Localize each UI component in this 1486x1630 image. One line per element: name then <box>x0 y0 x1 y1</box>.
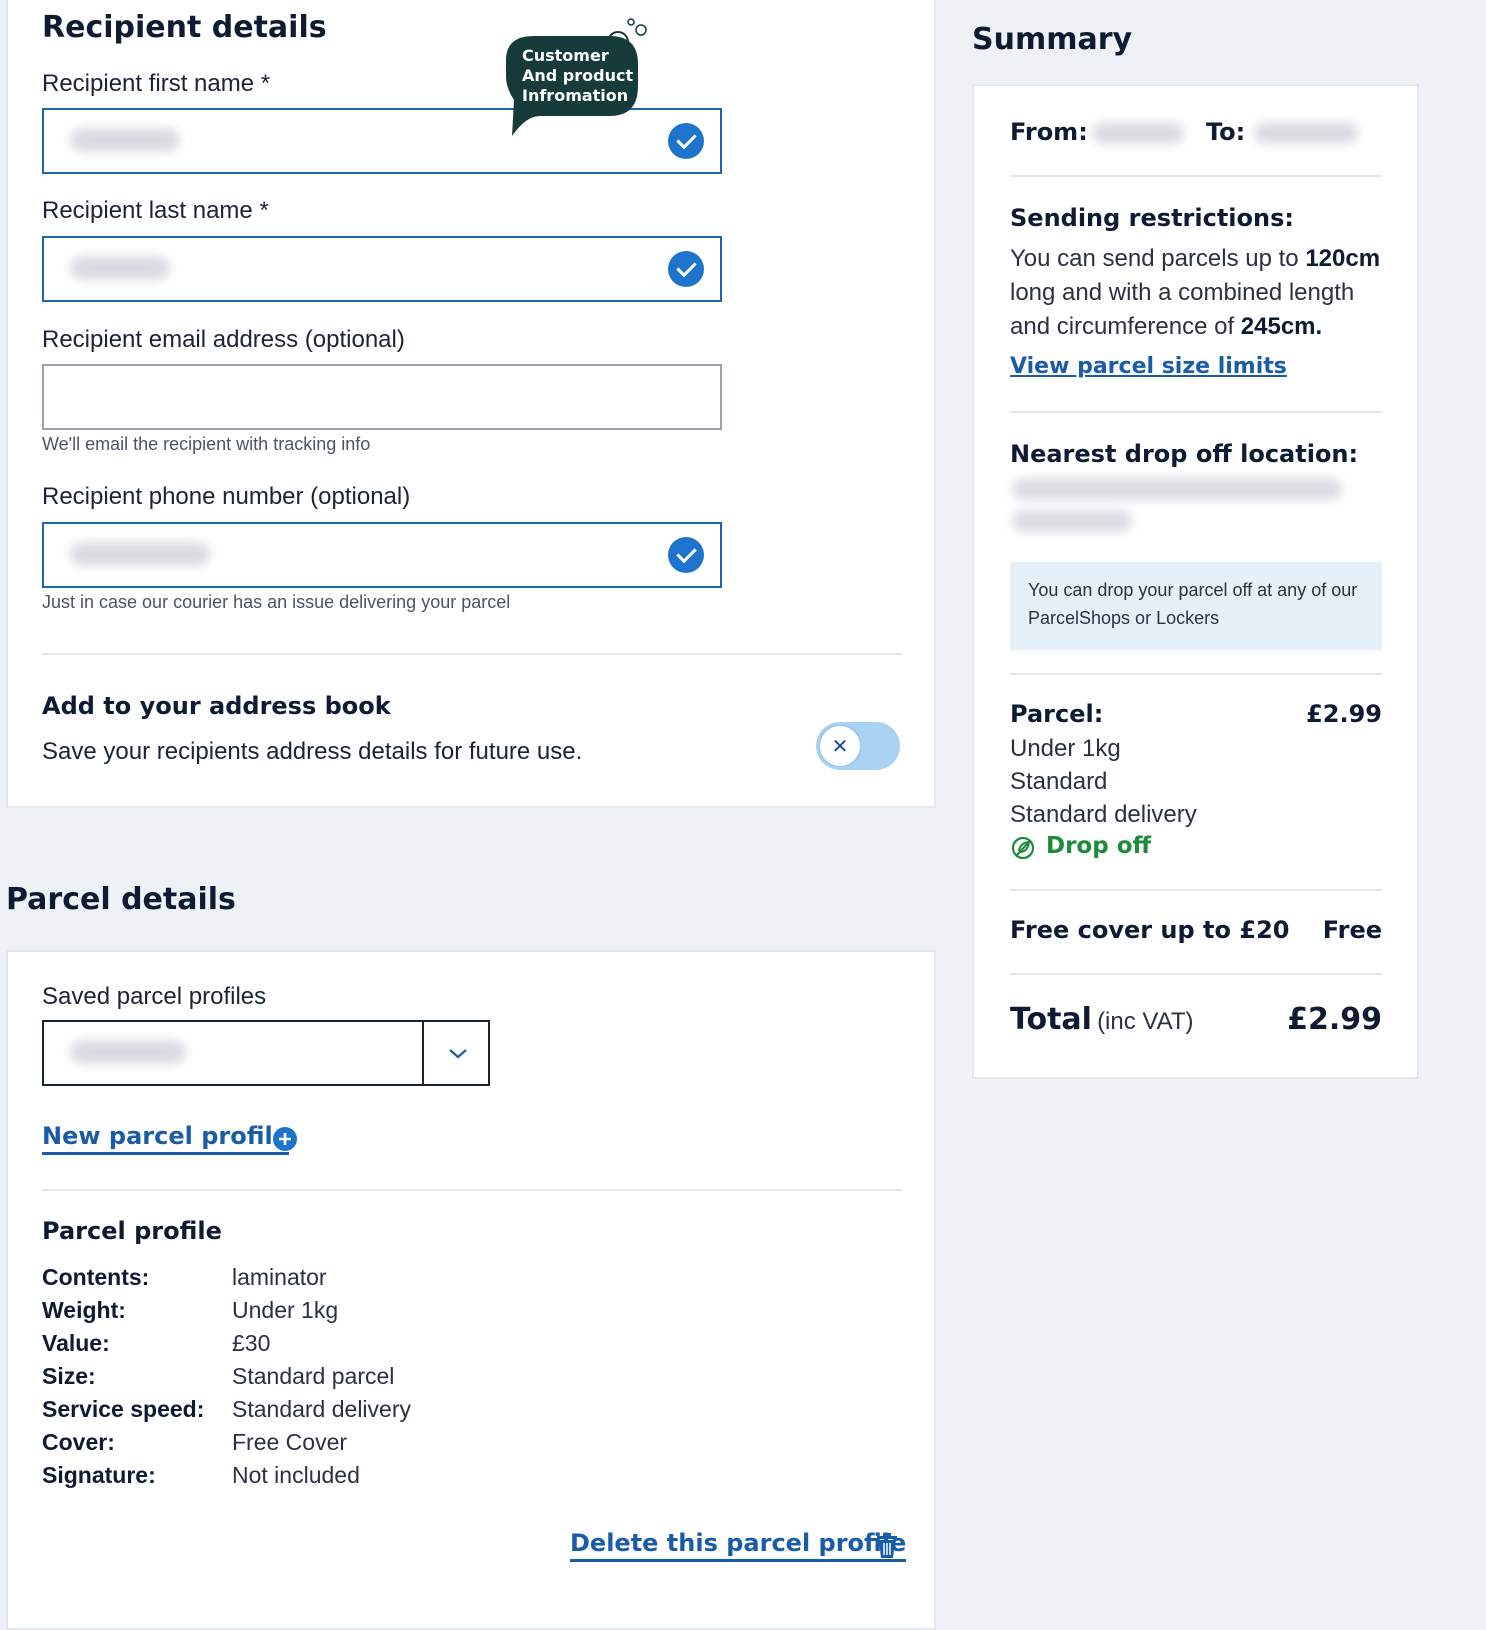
chevron-down-icon <box>449 1049 467 1059</box>
dropoff-address-blurred-2 <box>1012 510 1132 532</box>
summary-divider-2 <box>1010 411 1382 413</box>
address-book-toggle[interactable]: ✕ <box>816 722 900 770</box>
last-name-value-blurred <box>70 256 170 280</box>
last-name-field[interactable] <box>42 236 722 302</box>
parcel-line-1: Under 1kg <box>1010 735 1121 762</box>
last-name-valid-check-icon <box>668 251 704 287</box>
saved-profiles-select[interactable] <box>42 1020 490 1086</box>
trash-icon[interactable] <box>874 1532 900 1560</box>
profile-key: Value: <box>42 1330 110 1356</box>
phone-valid-check-icon <box>668 537 704 573</box>
profile-value: Not included <box>232 1462 360 1488</box>
phone-field[interactable] <box>42 522 722 588</box>
toggle-knob: ✕ <box>818 724 862 768</box>
saved-profiles-label: Saved parcel profiles <box>42 983 267 1010</box>
parcel-label: Parcel: <box>1010 700 1104 728</box>
select-divider <box>422 1022 424 1084</box>
leaf-icon <box>1011 836 1035 860</box>
profile-key: Contents: <box>42 1264 150 1290</box>
total-value: £2.99 <box>1287 1002 1382 1037</box>
total-row: Total (inc VAT) <box>1010 1002 1194 1037</box>
address-book-description: Save your recipients address details for… <box>42 738 583 765</box>
profile-key: Service speed: <box>42 1396 205 1422</box>
total-label: Total <box>1010 1002 1092 1037</box>
parcel-profile-title: Parcel profile <box>42 1217 222 1245</box>
view-parcel-size-limits-link[interactable]: View parcel size limits <box>1010 354 1287 379</box>
email-label: Recipient email address (optional) <box>42 326 405 353</box>
parcel-price: £2.99 <box>1306 700 1382 728</box>
to-label: To: <box>1206 118 1246 146</box>
parcel-divider <box>42 1189 902 1191</box>
parcel-title: Parcel details <box>6 882 236 917</box>
summary-title: Summary <box>972 22 1133 57</box>
profile-key: Cover: <box>42 1429 115 1455</box>
last-name-label: Recipient last name * <box>42 197 269 224</box>
recipient-title: Recipient details <box>42 10 327 45</box>
summary-divider-1 <box>1010 175 1382 177</box>
nearest-dropoff-title: Nearest drop off location: <box>1010 440 1359 468</box>
callout-line-3: Infromation <box>522 86 629 105</box>
restrictions-text-1: You can send parcels up to <box>1010 245 1306 272</box>
restrictions-bold-1: 120cm <box>1305 245 1381 272</box>
first-name-value-blurred <box>70 128 180 152</box>
profile-value: Standard delivery <box>232 1396 411 1422</box>
cover-value: Free <box>1322 916 1382 944</box>
profile-value: £30 <box>232 1330 271 1356</box>
first-name-valid-check-icon <box>668 123 704 159</box>
profile-key: Weight: <box>42 1297 126 1323</box>
dropoff-address-blurred-1 <box>1012 478 1342 500</box>
cover-label: Free cover up to £20 <box>1010 916 1290 944</box>
parcel-line-2: Standard <box>1010 768 1108 795</box>
from-value-blurred <box>1092 122 1184 144</box>
from-label: From: <box>1010 118 1088 146</box>
delete-parcel-profile-link[interactable]: Delete this parcel profile <box>570 1529 907 1562</box>
recipient-divider <box>42 653 902 655</box>
summary-divider-3 <box>1010 673 1382 675</box>
address-book-title: Add to your address book <box>42 692 391 720</box>
phone-hint: Just in case our courier has an issue de… <box>42 592 511 612</box>
profile-value: Under 1kg <box>232 1297 339 1323</box>
parcel-line-3: Standard delivery <box>1010 801 1197 828</box>
restrictions-text: You can send parcels up to 120cm long an… <box>1010 242 1390 344</box>
saved-profile-value-blurred <box>70 1040 186 1064</box>
drop-off-label: Drop off <box>1046 833 1152 859</box>
callout-line-2: And product <box>522 66 634 85</box>
profile-value: laminator <box>232 1264 327 1290</box>
profile-value: Standard parcel <box>232 1363 395 1389</box>
close-icon: ✕ <box>831 734 849 758</box>
phone-label: Recipient phone number (optional) <box>42 483 411 510</box>
total-suffix: (inc VAT) <box>1097 1008 1194 1035</box>
callout-line-1: Customer <box>522 46 609 65</box>
first-name-label: Recipient first name * <box>42 70 271 97</box>
restrictions-bold-2: 245cm. <box>1240 313 1323 340</box>
profile-key: Signature: <box>42 1462 156 1488</box>
plus-circle-icon[interactable] <box>272 1126 298 1152</box>
restrictions-title: Sending restrictions: <box>1010 204 1294 232</box>
summary-divider-4 <box>1010 889 1382 891</box>
callout-text: Customer And product Infromation <box>522 46 633 106</box>
phone-value-blurred <box>70 542 210 566</box>
email-hint: We'll email the recipient with tracking … <box>42 434 371 454</box>
new-parcel-profile-link[interactable]: New parcel profile <box>42 1122 289 1155</box>
to-value-blurred <box>1254 122 1358 144</box>
profile-value: Free Cover <box>232 1429 348 1455</box>
drop-info-text: You can drop your parcel off at any of o… <box>1028 580 1358 628</box>
profile-key: Size: <box>42 1363 96 1389</box>
email-field[interactable] <box>42 364 722 430</box>
summary-divider-5 <box>1010 973 1382 975</box>
